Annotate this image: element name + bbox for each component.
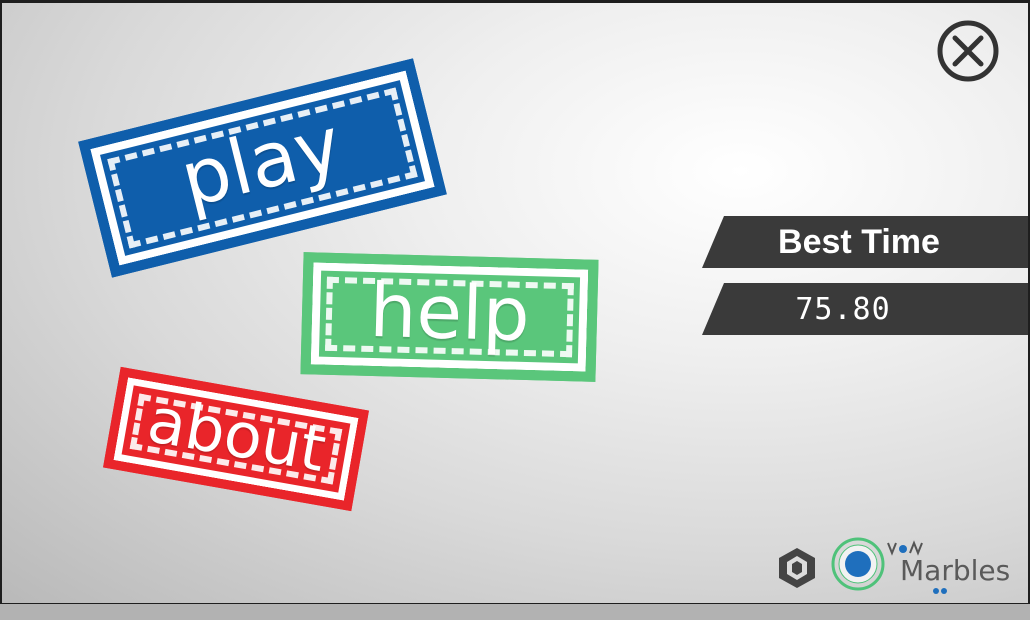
game-menu-screen: play help about Best Time 75.80 Marbles: [2, 3, 1028, 603]
best-time-title: Best Time: [778, 222, 940, 261]
logo-area: Marbles: [774, 533, 1014, 597]
close-icon[interactable]: [936, 19, 1000, 83]
best-time-value: 75.80: [795, 291, 891, 327]
bottom-bar: [0, 604, 1030, 620]
best-time-title-banner: Best Time: [702, 216, 1028, 268]
about-button[interactable]: about: [103, 366, 369, 512]
play-button-label: play: [172, 99, 350, 225]
best-time-value-banner: 75.80: [702, 283, 1028, 335]
about-button-label: about: [142, 383, 332, 487]
marbles-logo-icon: Marbles: [828, 533, 1014, 597]
help-button-label: help: [368, 267, 531, 359]
unity-logo-icon: [779, 548, 815, 588]
marbles-logo-label: Marbles: [900, 554, 1011, 587]
help-button[interactable]: help: [300, 252, 599, 382]
play-button[interactable]: play: [78, 58, 447, 278]
